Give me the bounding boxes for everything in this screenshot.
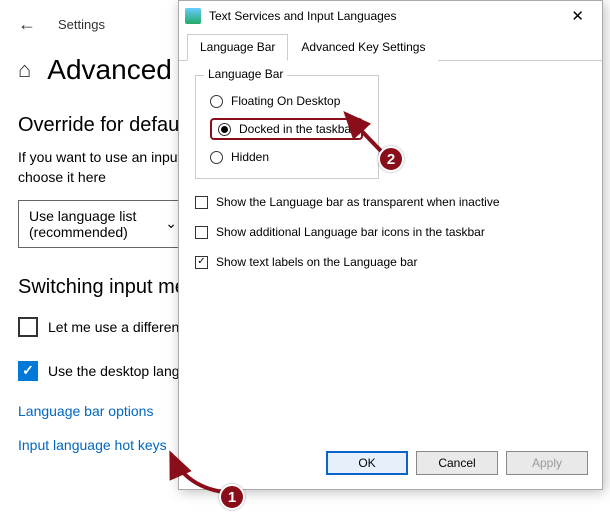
apply-button[interactable]: Apply xyxy=(506,451,588,475)
cancel-button[interactable]: Cancel xyxy=(416,451,498,475)
check-transparent[interactable] xyxy=(195,196,208,209)
back-arrow-icon[interactable]: ← xyxy=(18,14,36,35)
radio-docked[interactable] xyxy=(218,123,231,136)
radio-hidden-label: Hidden xyxy=(231,150,269,164)
radio-hidden[interactable] xyxy=(210,151,223,164)
dropdown-value: Use language list (recommended) xyxy=(29,208,165,240)
home-icon[interactable]: ⌂ xyxy=(18,57,31,83)
close-icon[interactable]: ✕ xyxy=(559,3,596,29)
tab-language-bar[interactable]: Language Bar xyxy=(187,34,288,61)
dialog-titlebar: Text Services and Input Languages ✕ xyxy=(179,1,602,31)
input-method-dropdown[interactable]: Use language list (recommended) ⌄ xyxy=(18,200,188,248)
ok-button[interactable]: OK xyxy=(326,451,408,475)
radio-floating[interactable] xyxy=(210,95,223,108)
group-legend: Language Bar xyxy=(204,67,287,81)
annotation-badge-1: 1 xyxy=(219,484,245,510)
radio-docked-highlight: Docked in the taskbar xyxy=(210,118,363,140)
dialog-tabs: Language Bar Advanced Key Settings xyxy=(179,33,602,61)
text-services-dialog: Text Services and Input Languages ✕ Lang… xyxy=(178,0,603,490)
dialog-title-icon xyxy=(185,8,201,24)
desktop-langbar-checkbox[interactable]: ✓ xyxy=(18,361,38,381)
settings-window-label: Settings xyxy=(58,17,105,32)
check-labels[interactable] xyxy=(195,256,208,269)
dialog-button-row: OK Cancel Apply xyxy=(179,441,602,489)
radio-floating-label: Floating On Desktop xyxy=(231,94,340,108)
language-bar-group: Language Bar Floating On Desktop Docked … xyxy=(195,75,379,179)
check-icons-label: Show additional Language bar icons in th… xyxy=(216,225,485,239)
different-input-checkbox[interactable] xyxy=(18,317,38,337)
annotation-badge-2: 2 xyxy=(378,146,404,172)
check-labels-label: Show text labels on the Language bar xyxy=(216,255,417,269)
dialog-title: Text Services and Input Languages xyxy=(209,9,396,23)
check-transparent-label: Show the Language bar as transparent whe… xyxy=(216,195,500,209)
tab-advanced-key[interactable]: Advanced Key Settings xyxy=(288,34,438,61)
chevron-down-icon: ⌄ xyxy=(165,215,177,232)
page-title: Advanced xyxy=(47,54,172,86)
radio-docked-label: Docked in the taskbar xyxy=(239,122,355,136)
check-icons[interactable] xyxy=(195,226,208,239)
